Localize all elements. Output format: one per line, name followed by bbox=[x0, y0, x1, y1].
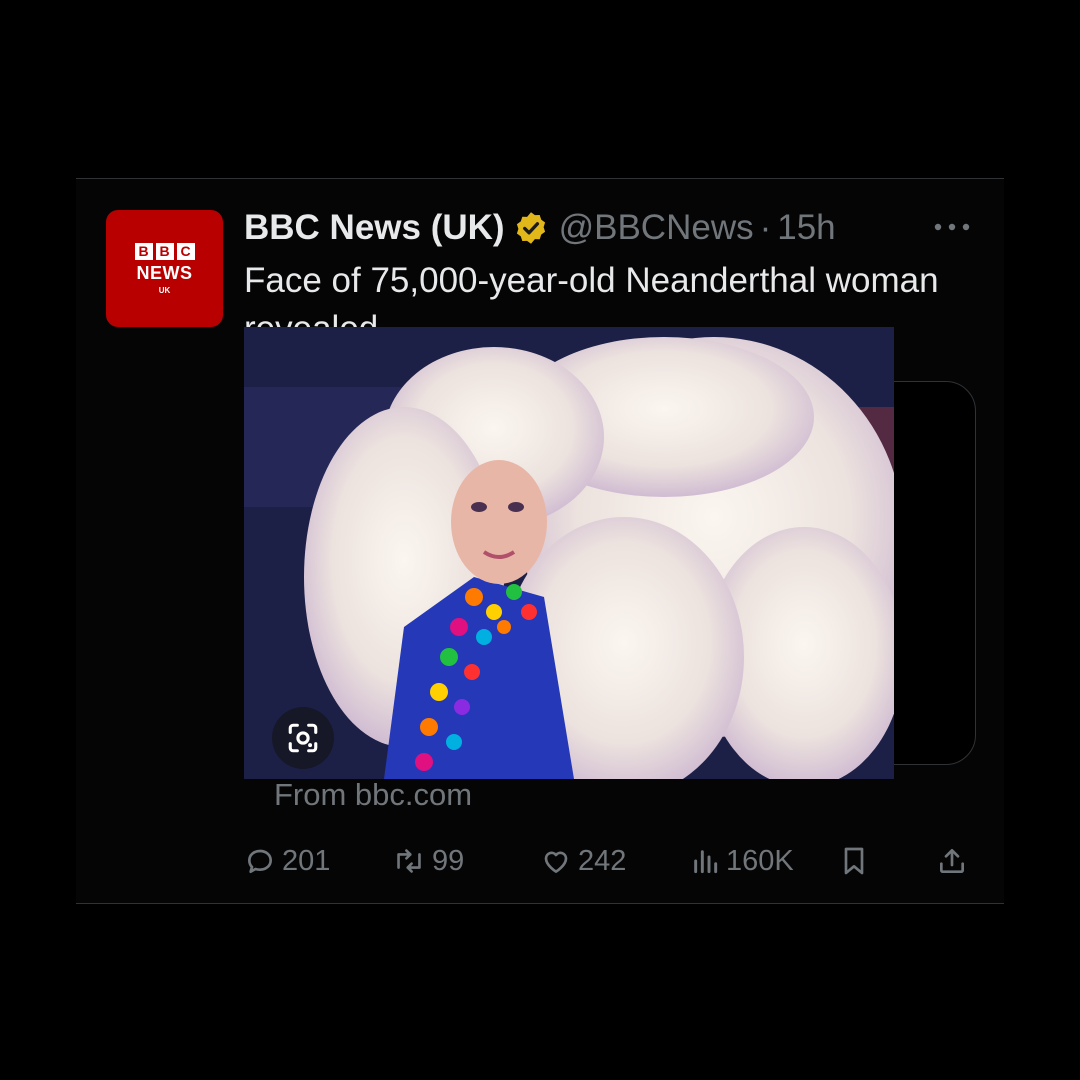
bbc-block: B bbox=[155, 242, 174, 260]
reply-icon bbox=[248, 849, 272, 873]
bbc-block: B bbox=[134, 242, 153, 260]
like-button[interactable]: 242 bbox=[540, 839, 626, 883]
lens-button[interactable] bbox=[272, 707, 334, 769]
avatar-uk-label: UK bbox=[158, 285, 171, 295]
like-icon bbox=[544, 851, 568, 873]
bbc-block: C bbox=[176, 242, 195, 260]
share-icon bbox=[940, 849, 964, 873]
action-bar: 201 99 242 160K bbox=[244, 839, 972, 883]
handle[interactable]: @BBCNews bbox=[559, 208, 754, 248]
repost-count: 99 bbox=[432, 844, 465, 877]
tweet-text: Face of 75,000-year-old Neanderthal woma… bbox=[244, 261, 939, 327]
bbc-logo-blocks: B B C bbox=[134, 242, 195, 260]
timestamp[interactable]: 15h bbox=[777, 208, 835, 248]
reply-count: 201 bbox=[282, 844, 331, 877]
separator: · bbox=[759, 208, 772, 247]
lens-icon bbox=[288, 723, 318, 753]
bookmark-button[interactable] bbox=[838, 839, 870, 883]
avatar[interactable]: B B C NEWS UK bbox=[106, 210, 223, 327]
views-count: 160K bbox=[726, 844, 794, 877]
bookmark-icon bbox=[844, 847, 864, 875]
share-button[interactable] bbox=[936, 839, 968, 883]
views-icon bbox=[694, 850, 718, 874]
verified-badge-icon[interactable] bbox=[513, 210, 549, 246]
repost-icon bbox=[397, 849, 421, 873]
reply-button[interactable]: 201 bbox=[244, 839, 330, 883]
tweet-header: BBC News (UK) @BBCNews · 15h bbox=[244, 207, 836, 249]
photo-illustration bbox=[244, 327, 894, 779]
overlay-photo bbox=[244, 327, 894, 779]
like-count: 242 bbox=[578, 844, 627, 877]
more-icon[interactable] bbox=[932, 217, 972, 237]
repost-button[interactable]: 99 bbox=[392, 839, 464, 883]
avatar-news-label: NEWS bbox=[136, 262, 193, 283]
card-source[interactable]: From bbc.com bbox=[274, 777, 472, 813]
screen: B B C NEWS UK BBC News (UK) @BBCNews · 1… bbox=[0, 0, 1080, 1080]
tweet[interactable]: B B C NEWS UK BBC News (UK) @BBCNews · 1… bbox=[76, 178, 1004, 904]
display-name[interactable]: BBC News (UK) bbox=[244, 208, 505, 248]
views-button[interactable]: 160K bbox=[690, 839, 794, 883]
